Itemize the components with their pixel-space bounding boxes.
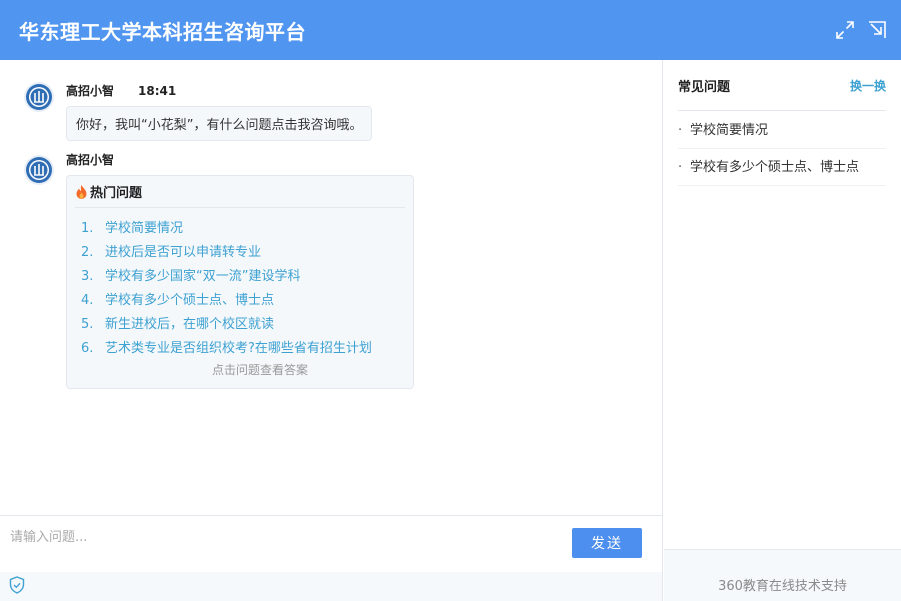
item-number: 1. bbox=[81, 221, 94, 236]
hot-questions-title: 热门问题 bbox=[75, 176, 405, 208]
sender-name: 高招小智 bbox=[66, 153, 115, 167]
hot-title-text: 热门问题 bbox=[90, 186, 143, 201]
refresh-button[interactable]: 换一换 bbox=[850, 77, 886, 94]
bullet: · bbox=[678, 160, 683, 175]
send-button[interactable]: 发送 bbox=[572, 528, 642, 558]
minimize-icon[interactable] bbox=[867, 20, 887, 40]
shield-icon bbox=[9, 576, 25, 594]
message-header: 高招小智 18:41 bbox=[66, 82, 176, 99]
input-panel: 发送 bbox=[0, 515, 663, 601]
message-time: 18:41 bbox=[138, 84, 177, 98]
hot-question-item[interactable]: 5. 新生进校后，在哪个校区就读 bbox=[75, 313, 405, 337]
hot-question-item[interactable]: 2. 进校后是否可以申请转专业 bbox=[75, 241, 405, 265]
tech-support-footer: 360教育在线技术支持 bbox=[664, 549, 901, 601]
page-title: 华东理工大学本科招生咨询平台 bbox=[19, 19, 306, 44]
message-header: 高招小智 bbox=[66, 151, 114, 168]
item-number: 5. bbox=[81, 317, 94, 332]
item-number: 2. bbox=[81, 245, 94, 260]
item-text: 艺术类专业是否组织校考?在哪些省有招生计划 bbox=[105, 341, 372, 356]
faq-title: 常见问题 bbox=[678, 79, 731, 95]
message-bubble: 你好，我叫“小花梨”，有什么问题点击我咨询哦。 bbox=[66, 106, 373, 141]
item-number: 6. bbox=[81, 341, 94, 356]
item-number: 3. bbox=[81, 269, 94, 284]
bot-avatar-icon bbox=[26, 157, 52, 183]
fire-icon bbox=[76, 184, 87, 199]
expand-icon[interactable] bbox=[835, 20, 855, 40]
faq-item-text: 学校简要情况 bbox=[690, 123, 769, 138]
window-controls bbox=[835, 20, 887, 40]
faq-item[interactable]: · 学校简要情况 bbox=[678, 112, 886, 149]
hot-question-item[interactable]: 4. 学校有多少个硕士点、博士点 bbox=[75, 289, 405, 313]
hot-question-item[interactable]: 6. 艺术类专业是否组织校考?在哪些省有招生计划 bbox=[75, 337, 405, 361]
hot-questions-card: 热门问题 1. 学校简要情况 2. 进校后是否可以申请转专业 3. 学校有多少国家“双… bbox=[66, 175, 414, 389]
bot-avatar-icon bbox=[26, 84, 52, 110]
hot-questions-hint: 点击问题查看答案 bbox=[211, 363, 308, 377]
faq-item-text: 学校有多少个硕士点、博士点 bbox=[690, 160, 860, 175]
item-number: 4. bbox=[81, 293, 94, 308]
bullet: · bbox=[678, 123, 683, 138]
input-footer bbox=[0, 572, 662, 601]
faq-item[interactable]: · 学校有多少个硕士点、博士点 bbox=[678, 149, 886, 186]
chat-panel: 高招小智 18:41 你好，我叫“小花梨”，有什么问题点击我咨询哦。 高招小智 bbox=[0, 60, 663, 515]
item-text: 学校简要情况 bbox=[105, 221, 184, 236]
item-text: 进校后是否可以申请转专业 bbox=[105, 245, 262, 260]
sender-name: 高招小智 bbox=[66, 84, 115, 98]
faq-list: · 学校简要情况 · 学校有多少个硕士点、博士点 bbox=[678, 112, 886, 186]
faq-sidebar: 常见问题 换一换 · 学校简要情况 · 学校有多少个硕士点、博士点 360教育在线技… bbox=[664, 60, 901, 601]
item-text: 学校有多少个硕士点、博士点 bbox=[105, 293, 275, 308]
hot-questions-list: 1. 学校简要情况 2. 进校后是否可以申请转专业 3. 学校有多少国家“双一流”建设… bbox=[75, 217, 405, 361]
item-text: 新生进校后，在哪个校区就读 bbox=[105, 317, 275, 332]
hot-question-item[interactable]: 1. 学校简要情况 bbox=[75, 217, 405, 241]
faq-header: 常见问题 换一换 bbox=[678, 60, 886, 111]
item-text: 学校有多少国家“双一流”建设学科 bbox=[105, 269, 301, 284]
avatar bbox=[24, 82, 54, 112]
avatar bbox=[24, 155, 54, 185]
header-bar: 华东理工大学本科招生咨询平台 bbox=[0, 0, 901, 60]
question-input[interactable] bbox=[10, 522, 550, 552]
hot-question-item[interactable]: 3. 学校有多少国家“双一流”建设学科 bbox=[75, 265, 405, 289]
